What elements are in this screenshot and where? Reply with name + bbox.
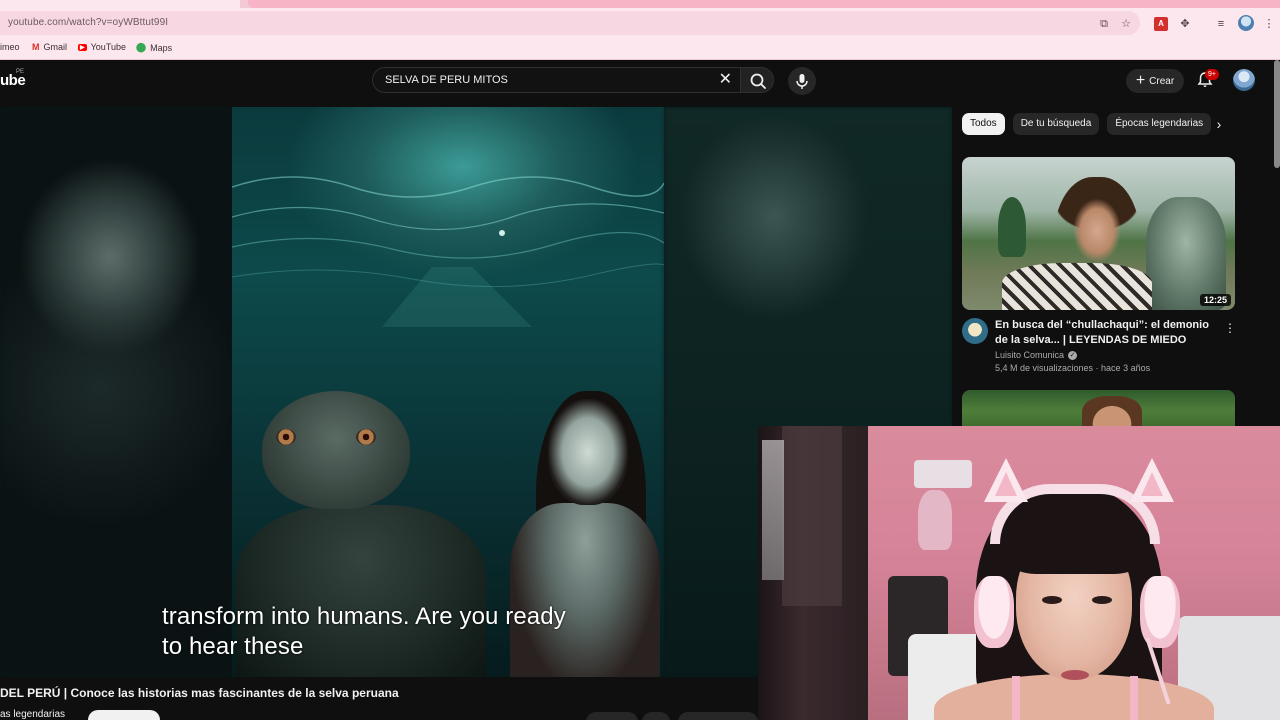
video-captions: transform into humans. Are you ready to …	[162, 602, 566, 662]
chip-epocas-legendarias[interactable]: Épocas legendarias	[1107, 113, 1212, 135]
caption-line: to hear these	[162, 633, 304, 660]
headphone-cup-left	[974, 576, 1014, 648]
subscribe-button[interactable]	[88, 710, 160, 720]
browser-profile-avatar[interactable]	[1238, 15, 1254, 31]
search-query[interactable]: SELVA DE PERU MITOS	[385, 74, 508, 86]
browser-tab-strip	[0, 0, 1280, 8]
creature-eye	[276, 429, 296, 445]
region-code: PE	[16, 69, 25, 75]
cat-ear-inner	[995, 472, 1017, 496]
maps-icon: ⬤	[136, 42, 147, 52]
bookmarks-bar: imeo M Gmail ▶ YouTube ⬤ Maps	[0, 38, 1280, 60]
clear-search-icon[interactable]: ✕	[719, 71, 732, 89]
woman-face	[548, 399, 628, 505]
webcam-door-panel	[782, 426, 842, 606]
install-app-icon[interactable]: ⧉	[1098, 18, 1110, 30]
streamer-strap	[1012, 676, 1020, 720]
lizard-creature-head	[262, 391, 410, 509]
bookmark-youtube[interactable]: ▶ YouTube	[78, 42, 126, 52]
bookmark-label: YouTube	[90, 42, 126, 52]
voice-search-button[interactable]	[788, 67, 816, 95]
url-text[interactable]: youtube.com/watch?v=oyWBttut99I	[8, 17, 168, 28]
microphone-icon	[796, 74, 808, 89]
browser-tab[interactable]	[0, 0, 240, 8]
recommendation-channel[interactable]: Luisito Comunica ✓	[995, 350, 1078, 360]
bookmark-label: Gmail	[43, 42, 68, 52]
dislike-button[interactable]	[642, 712, 670, 720]
chevron-right-icon[interactable]: ›	[1208, 113, 1230, 135]
recommendation-title[interactable]: En busca del “chullachaqui”: el demonio …	[995, 318, 1220, 348]
video-blur-left	[0, 107, 232, 677]
bookmark-label: imeo	[0, 42, 20, 52]
share-button[interactable]	[678, 712, 758, 720]
address-bar[interactable]: youtube.com/watch?v=oyWBttut99I ⧉ ☆	[0, 11, 1140, 35]
browser-toolbar: youtube.com/watch?v=oyWBttut99I ⧉ ☆ A ✥ …	[0, 8, 1280, 38]
recommendation-thumbnail[interactable]: 12:25	[962, 157, 1235, 310]
more-options-icon[interactable]: ⋮	[1224, 320, 1236, 336]
media-controls-icon[interactable]: ≡	[1214, 17, 1228, 31]
plus-icon: +	[1135, 72, 1146, 89]
streamer-eye	[1092, 596, 1112, 604]
youtube-icon: ▶	[78, 43, 87, 51]
thumbnail-figure	[998, 197, 1026, 257]
like-button[interactable]	[586, 712, 638, 720]
extensions-puzzle-icon[interactable]: ✥	[1178, 17, 1192, 31]
screen: youtube.com/watch?v=oyWBttut99I ⧉ ☆ A ✥ …	[0, 0, 1280, 720]
pdf-extension-icon[interactable]: A	[1154, 17, 1168, 31]
chip-todos[interactable]: Todos	[962, 113, 1005, 135]
filter-chips: Todos De tu búsqueda Épocas legendarias	[962, 113, 1212, 135]
bookmark-gmail[interactable]: M Gmail	[32, 42, 67, 52]
webcam-shelf	[914, 460, 972, 488]
page-scrollbar[interactable]	[1274, 60, 1280, 168]
search-icon	[750, 73, 766, 89]
recommendation-meta: 5,4 M de visualizaciones · hace 3 años	[995, 363, 1151, 373]
browser-tab[interactable]	[248, 0, 1280, 8]
streamer-eye	[1042, 596, 1062, 604]
caption-line: transform into humans. Are you ready	[162, 603, 566, 630]
creature-eye	[356, 429, 376, 445]
thumbnail-person	[1082, 396, 1142, 430]
search-button[interactable]	[740, 67, 774, 93]
gmail-icon: M	[32, 42, 40, 52]
notification-count-badge: 9+	[1205, 69, 1219, 80]
channel-name: Luisito Comunica	[995, 350, 1065, 360]
create-label: Crear	[1149, 75, 1175, 87]
account-avatar[interactable]	[1233, 69, 1255, 91]
recommendation-thumbnail[interactable]	[962, 390, 1235, 430]
streamer-strap	[1130, 676, 1138, 720]
bookmark-item[interactable]: imeo	[0, 42, 20, 52]
webcam-hanging-clothes	[762, 440, 784, 580]
water-surface-illustration	[232, 176, 664, 327]
cat-ear-inner	[1141, 472, 1163, 496]
youtube-header: ube PE SELVA DE PERU MITOS ✕ + Crear 9+	[0, 60, 1280, 106]
thumbnail-person	[1054, 177, 1140, 310]
webcam-pink-bag	[918, 490, 952, 550]
webcam-overlay	[758, 426, 1280, 720]
channel-name[interactable]: as legendarias	[0, 709, 65, 720]
browser-menu-icon[interactable]: ⋮	[1262, 17, 1276, 31]
video-duration: 12:25	[1199, 294, 1231, 306]
video-title: DEL PERÚ | Conoce las historias mas fasc…	[0, 686, 399, 700]
channel-avatar[interactable]	[962, 318, 988, 344]
streamer-mouth	[1061, 670, 1089, 680]
chip-de-tu-busqueda[interactable]: De tu búsqueda	[1012, 113, 1100, 135]
create-button[interactable]: + Crear	[1126, 69, 1184, 93]
search-input[interactable]: SELVA DE PERU MITOS ✕	[372, 67, 740, 93]
bookmark-label: Maps	[150, 42, 173, 53]
verified-icon: ✓	[1068, 350, 1078, 360]
bookmark-maps[interactable]: ⬤ Maps	[136, 42, 172, 53]
bookmark-star-icon[interactable]: ☆	[1120, 18, 1132, 30]
